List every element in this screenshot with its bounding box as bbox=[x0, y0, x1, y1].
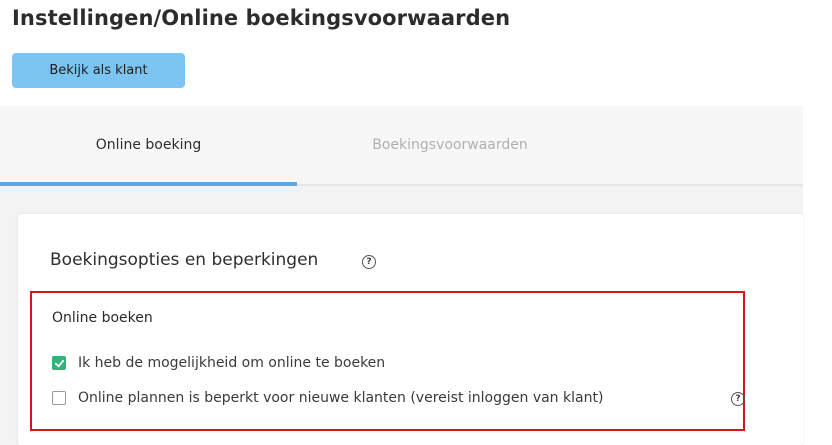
view-as-customer-button[interactable]: Bekijk als klant bbox=[12, 53, 185, 88]
tab-online-booking[interactable]: Online boeking bbox=[0, 106, 297, 186]
section-label: Online boeken bbox=[52, 310, 153, 326]
option-restrict-new-clients[interactable]: Online plannen is beperkt voor nieuwe kl… bbox=[52, 390, 603, 406]
question-circle-icon[interactable]: ? bbox=[362, 255, 376, 269]
tab-bar: Online boeking Boekingsvoorwaarden bbox=[0, 106, 803, 186]
checkbox-online-booking[interactable] bbox=[52, 356, 66, 370]
option-label: Ik heb de mogelijkheid om online te boek… bbox=[78, 355, 386, 371]
option-label: Online plannen is beperkt voor nieuwe kl… bbox=[78, 390, 604, 406]
question-circle-icon[interactable]: ? bbox=[731, 392, 745, 406]
checkbox-restrict-new-clients[interactable] bbox=[52, 391, 66, 405]
checkmark-icon bbox=[54, 359, 64, 367]
tab-booking-conditions[interactable]: Boekingsvoorwaarden bbox=[297, 106, 603, 184]
card-title: Boekingsopties en beperkingen bbox=[50, 250, 319, 270]
page-title: Instellingen/Online boekingsvoorwaarden bbox=[12, 6, 511, 30]
option-online-booking[interactable]: Ik heb de mogelijkheid om online te boek… bbox=[52, 355, 385, 371]
